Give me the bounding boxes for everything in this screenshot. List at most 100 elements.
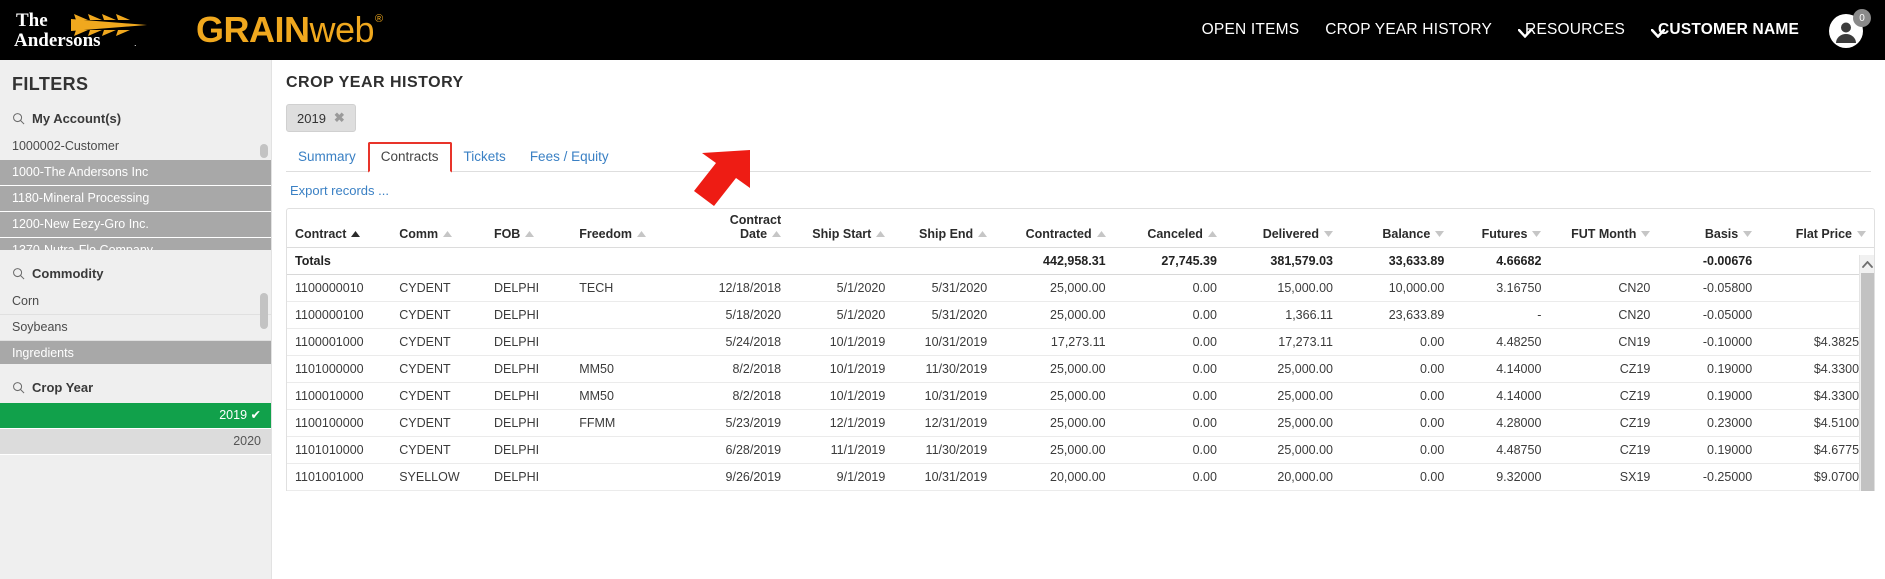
nav-item-crop-year-history-label: CROP YEAR HISTORY [1325,21,1492,39]
col-header-ship-start[interactable]: Ship Start [789,209,893,248]
cell-contract[interactable]: 1100100000 [287,410,391,437]
col-header-fut-month-label: FUT Month [1571,227,1636,241]
cell-contract[interactable]: 1100010000 [287,383,391,410]
cell-contract_date: 8/2/2018 [680,356,789,383]
col-header-comm[interactable]: Comm [391,209,486,248]
col-header-comm-label: Comm [399,227,438,241]
col-header-freedom-label: Freedom [579,227,632,241]
nav-item-customer-name[interactable]: CUSTOMER NAME [1651,21,1799,39]
table-row[interactable]: 1101000000CYDENTDELPHIMM508/2/201810/1/2… [287,356,1874,383]
filter-group-heading-accounts[interactable]: My Account(s) [0,95,271,134]
filter-chip-2019-label: 2019 [297,111,326,126]
cell-fob: DELPHI [486,383,571,410]
tab-tickets[interactable]: Tickets [452,143,518,171]
commodity-option-ingredients[interactable]: Ingredients [0,341,271,364]
col-header-contract[interactable]: Contract [287,209,391,248]
filters-title: FILTERS [0,60,271,95]
table-vertical-scrollbar[interactable] [1859,255,1874,491]
cell-ship_start: 5/1/2020 [789,302,893,329]
col-header-contract-date-line2: Date [740,227,767,241]
filter-group-heading-crop-year[interactable]: Crop Year [0,364,271,403]
cell-flat_price: $4.51000 [1760,410,1874,437]
cell-contracted: 25,000.00 [995,383,1113,410]
nav-links: OPEN ITEMS CROP YEAR HISTORY RESOURCES C… [1202,9,1885,51]
crop-year-option-2020[interactable]: 2020 [0,429,271,455]
cell-canceled: 0.00 [1114,356,1225,383]
col-header-futures[interactable]: Futures [1452,209,1549,248]
cell-contracted: 25,000.00 [995,437,1113,464]
col-header-flat-price[interactable]: Flat Price [1760,209,1874,248]
col-header-delivered[interactable]: Delivered [1225,209,1341,248]
commodity-scrollbar-thumb[interactable] [260,293,268,329]
cell-ship_start: 10/1/2019 [789,329,893,356]
table-scrollbar-thumb[interactable] [1861,273,1874,491]
table-row[interactable]: 1100100000CYDENTDELPHIFFMM5/23/201912/1/… [287,410,1874,437]
table-row[interactable]: 1100000100CYDENTDELPHI5/18/20205/1/20205… [287,302,1874,329]
cell-ship_start: 5/1/2020 [789,275,893,302]
cell-contract[interactable]: 1100000100 [287,302,391,329]
tab-summary[interactable]: Summary [286,143,368,171]
crop-year-option-2019[interactable]: 2019 ✔ [0,403,271,429]
table-row[interactable]: 1100010000CYDENTDELPHIMM508/2/201810/1/2… [287,383,1874,410]
sort-none-icon [876,231,885,237]
totals-ship-start [789,248,893,275]
the-andersons-logo: The Andersons . [14,7,154,53]
col-header-contracted[interactable]: Contracted [995,209,1113,248]
cell-balance: 0.00 [1341,410,1452,437]
table-body: Totals 442,958.31 27,745.39 381,579.03 3… [287,248,1874,491]
page-title: CROP YEAR HISTORY [272,60,1885,92]
nav-item-resources[interactable]: RESOURCES [1518,21,1625,39]
cell-contract[interactable]: 1101000000 [287,356,391,383]
sort-none-icon [1208,231,1217,237]
col-header-fut-month[interactable]: FUT Month [1549,209,1658,248]
filter-group-heading-commodity[interactable]: Commodity [0,250,271,289]
col-header-canceled[interactable]: Canceled [1114,209,1225,248]
scroll-up-arrow-icon[interactable] [1860,255,1875,273]
cell-contract[interactable]: 1100000010 [287,275,391,302]
nav-item-crop-year-history[interactable]: CROP YEAR HISTORY [1325,21,1492,39]
user-account-button[interactable]: 0 [1829,9,1871,51]
table-row[interactable]: 1100000010CYDENTDELPHITECH12/18/20185/1/… [287,275,1874,302]
col-header-basis[interactable]: Basis [1658,209,1760,248]
account-option-nutra-flo[interactable]: 1370-Nutra-Flo Company [0,238,271,250]
contracts-table: Contract Comm FOB Freedom Contract Date … [287,209,1874,491]
cell-fob: DELPHI [486,302,571,329]
export-records-link[interactable]: Export records ... [290,183,389,198]
col-header-balance[interactable]: Balance [1341,209,1452,248]
cell-delivered: 25,000.00 [1225,410,1341,437]
account-option-new-eezy-gro[interactable]: 1200-New Eezy-Gro Inc. [0,212,271,238]
close-x-icon[interactable]: ✖ [334,110,345,126]
sort-desc-icon [1324,231,1333,237]
nav-item-open-items[interactable]: OPEN ITEMS [1202,21,1300,39]
brand-logo-block[interactable]: The Andersons . GRAIN web ® [0,7,383,53]
col-header-contract-date[interactable]: Contract Date [680,209,789,248]
cell-contract[interactable]: 1101001000 [287,464,391,491]
totals-fut-month [1549,248,1658,275]
cell-contract_date: 5/24/2018 [680,329,789,356]
tab-fees-equity[interactable]: Fees / Equity [518,143,621,171]
account-option-andersons-inc[interactable]: 1000-The Andersons Inc [0,160,271,186]
tab-contracts[interactable]: Contracts [368,142,452,173]
sort-asc-icon [351,231,360,237]
svg-text:Andersons: Andersons [14,30,101,51]
table-row[interactable]: 1101001000SYELLOWDELPHI9/26/20199/1/2019… [287,464,1874,491]
cell-contract[interactable]: 1100001000 [287,329,391,356]
cell-contract[interactable]: 1101010000 [287,437,391,464]
active-filter-chips: 2019 ✖ [272,92,1885,132]
cell-futures: 4.14000 [1452,383,1549,410]
col-header-contract-date-line1: Contract [688,213,781,227]
commodity-option-corn[interactable]: Corn [0,289,271,315]
cell-freedom: MM50 [571,383,680,410]
col-header-ship-end[interactable]: Ship End [893,209,995,248]
accounts-scrollbar-thumb[interactable] [260,144,268,158]
col-header-fob[interactable]: FOB [486,209,571,248]
table-row[interactable]: 1101010000CYDENTDELPHI6/28/201911/1/2019… [287,437,1874,464]
account-option-customer[interactable]: 1000002-Customer [0,134,271,160]
col-header-freedom[interactable]: Freedom [571,209,680,248]
cell-flat_price: $4.33000 [1760,383,1874,410]
account-option-mineral-processing[interactable]: 1180-Mineral Processing [0,186,271,212]
filter-chip-2019[interactable]: 2019 ✖ [286,104,356,132]
table-row[interactable]: 1100001000CYDENTDELPHI5/24/201810/1/2019… [287,329,1874,356]
commodity-option-soybeans[interactable]: Soybeans [0,315,271,341]
totals-contract-date [680,248,789,275]
